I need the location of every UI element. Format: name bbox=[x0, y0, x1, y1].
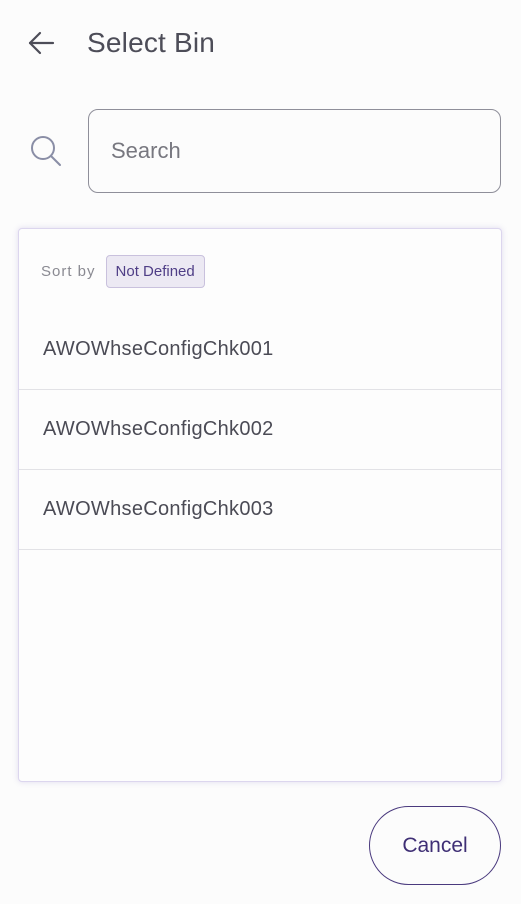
list-item[interactable]: AWOWhseConfigChk002 bbox=[19, 390, 501, 470]
bin-list-panel: Sort by Not Defined AWOWhseConfigChk001 … bbox=[18, 228, 502, 782]
list-item[interactable]: AWOWhseConfigChk001 bbox=[19, 310, 501, 390]
cancel-button[interactable]: Cancel bbox=[369, 806, 501, 885]
sort-label: Sort by bbox=[41, 262, 96, 280]
search-icon bbox=[31, 136, 61, 166]
back-button[interactable] bbox=[22, 26, 60, 60]
arrow-left-icon bbox=[28, 31, 55, 55]
search-field[interactable] bbox=[88, 109, 501, 193]
page-title: Select Bin bbox=[87, 27, 216, 58]
sort-chip[interactable]: Not Defined bbox=[105, 254, 205, 288]
header: Select Bin bbox=[0, 0, 521, 86]
list-item[interactable]: AWOWhseConfigChk003 bbox=[19, 470, 501, 550]
search-row bbox=[0, 108, 521, 194]
sort-row: Sort by Not Defined bbox=[41, 254, 205, 288]
search-input[interactable] bbox=[89, 110, 500, 192]
bin-list: AWOWhseConfigChk001 AWOWhseConfigChk002 … bbox=[19, 310, 501, 550]
